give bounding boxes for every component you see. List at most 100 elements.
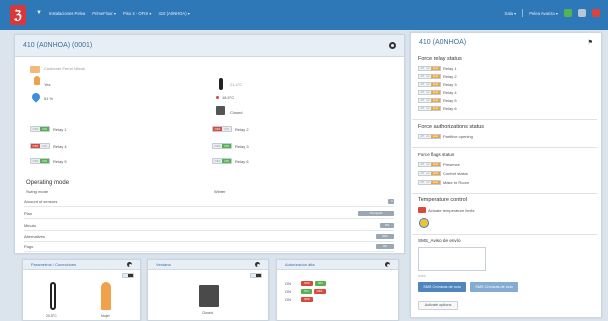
app-logo[interactable]: ℨ (10, 5, 26, 25)
force-relay-row: off on auto Relay 2 (418, 74, 457, 79)
operating-mode-value: Winter (214, 189, 226, 194)
tri-toggle[interactable]: off on auto (418, 98, 441, 103)
relay-toggle[interactable]: OFF ON (30, 143, 50, 149)
relay-4[interactable]: OFF ON Relay 4 (30, 143, 67, 149)
tri-toggle[interactable]: off on auto (418, 74, 441, 79)
relay-6[interactable]: OFF ON Relay 6 (212, 158, 249, 164)
send-sms-button[interactable]: SMS Crónicas de ocio (418, 282, 466, 292)
divider (522, 9, 524, 17)
auth-row: ON OFF ON (285, 281, 326, 286)
toggle-off[interactable] (418, 207, 426, 213)
breadcrumb-item[interactable]: Piso 4 - OFIS ▾ (123, 11, 151, 16)
list-row-value[interactable]: OFF (376, 233, 394, 239)
tri-toggle[interactable]: off on auto (418, 162, 441, 167)
temperature-alert-icon (216, 96, 219, 99)
breadcrumb-item[interactable]: PrimeFloor ▾ (92, 11, 116, 16)
relay-2[interactable]: OFF ON Relay 2 (212, 126, 249, 132)
relay-label: Relay 3 (443, 82, 457, 87)
tri-toggle[interactable]: off on auto (418, 90, 441, 95)
relay-label: Relay 1 (53, 126, 67, 132)
pin-icon[interactable]: ⚑ (588, 39, 593, 46)
person-icon (101, 282, 111, 310)
relay-toggle[interactable]: OFF ON (30, 158, 50, 164)
tri-toggle[interactable]: off on auto (418, 134, 441, 139)
breadcrumb-item[interactable]: 410 (A0NHOA) ▾ (158, 11, 189, 16)
divider (412, 119, 597, 120)
tri-toggle[interactable]: off on auto (418, 106, 441, 111)
relay-5[interactable]: OFF ON Relay 5 (30, 158, 67, 164)
relay-toggle[interactable]: OFF ON (30, 126, 50, 132)
panel-title: Parametros / Conexiones (31, 262, 77, 267)
send-sms-alt-button[interactable]: SMS Crónicas de ocio (470, 282, 518, 292)
person-icon (34, 76, 40, 85)
breadcrumb-item[interactable]: Instalaciones Pelea (49, 11, 85, 16)
relay-toggle[interactable]: OFF ON (212, 158, 232, 164)
panel-title: 410 (A0NHOA) (0001) (23, 42, 93, 49)
force-flags-title: Force flags status (418, 152, 455, 157)
relay-toggle[interactable]: OFF ON (212, 143, 232, 149)
settings-gear-icon[interactable] (255, 262, 260, 267)
relay-label: Relay 4 (53, 143, 67, 149)
force-relay-title: Force relay status (418, 56, 462, 62)
thermometer-icon (219, 78, 223, 90)
relay-label: Relay 4 (443, 90, 457, 95)
temp-control-label: Actuate temperature limits (428, 207, 475, 213)
window-caption: Closed (202, 311, 213, 315)
activate-options-button[interactable]: Activate options (418, 301, 458, 310)
sms-textarea[interactable] (418, 247, 486, 271)
auth-pill[interactable]: OFF (301, 281, 313, 286)
operating-mode-title: Operating mode (26, 180, 70, 186)
list-row-value[interactable]: OK (376, 243, 394, 249)
relay-label: Relay 2 (235, 126, 249, 132)
presence-label: Yes (44, 82, 51, 87)
panel-header: 410 (A0NHOA) ⚑ (411, 33, 601, 51)
tri-toggle[interactable]: off on auto (418, 180, 441, 185)
auth-pill[interactable]: ON (315, 281, 326, 286)
relay-toggle[interactable]: OFF ON (212, 126, 232, 132)
tri-toggle[interactable]: off on auto (418, 66, 441, 71)
settings-gear-icon[interactable] (127, 262, 132, 267)
help-icon[interactable] (578, 9, 586, 17)
operating-mode-label: Swing mode (26, 189, 49, 194)
list-row-value[interactable]: ON (380, 222, 394, 228)
auth-row: ON OFF (285, 297, 313, 302)
door-icon (216, 106, 225, 115)
panel-toggle[interactable] (250, 273, 262, 278)
top-actions: Sala ▾ Pelea Avanza ▾ (505, 9, 600, 17)
force-flag-row: off on auto Make to Room (418, 180, 469, 185)
tri-toggle[interactable]: off on auto (418, 82, 441, 87)
logout-icon[interactable] (592, 9, 600, 17)
force-flag-row: off on auto Confort status (418, 171, 468, 176)
auth-pill[interactable]: OFF (301, 297, 313, 302)
force-auth-title: Force authorizations status (418, 124, 485, 130)
list-row-label: Plan (24, 210, 33, 216)
top-navbar: ℨ ▼ Instalaciones Pelea PrimeFloor ▾ Pis… (0, 0, 608, 30)
thermometer-icon (50, 282, 56, 310)
auth-pill[interactable]: OFF (313, 289, 326, 294)
force-relay-row: off on auto Relay 1 (418, 66, 457, 71)
status-online-icon[interactable] (564, 9, 572, 17)
home-icon[interactable]: ▼ (36, 10, 42, 16)
customer-note: Customer Ferrol Nfowk (44, 66, 86, 71)
temp-control-title: Temperature control (418, 197, 467, 203)
auth-row-label: ON (285, 297, 291, 302)
divider (412, 147, 597, 148)
divider (412, 234, 597, 235)
settings-gear-icon[interactable] (385, 262, 390, 267)
list-row: Amount of sensors 3 (24, 196, 394, 207)
temp-caption: 20.5°C (46, 314, 57, 318)
panel-title: 410 (A0NHOA) (419, 38, 467, 46)
list-row-value[interactable]: 3 (388, 198, 394, 204)
list-row: Minuto ON (24, 220, 394, 231)
settings-gear-icon[interactable] (389, 42, 396, 49)
panel-header: Ventana (148, 260, 268, 270)
panel-toggle[interactable] (122, 273, 134, 278)
relay-3[interactable]: OFF ON Relay 3 (212, 143, 249, 149)
account-menu[interactable]: Pelea Avanza ▾ (529, 11, 558, 16)
list-row-value[interactable]: Occupied (358, 210, 394, 216)
user-menu[interactable]: Sala ▾ (505, 11, 517, 16)
relay-1[interactable]: OFF ON Relay 1 (30, 126, 67, 132)
auth-pill[interactable]: ON (301, 289, 312, 294)
list-row-label: Amount of sensors (24, 198, 58, 204)
tri-toggle[interactable]: off on auto (418, 171, 441, 176)
